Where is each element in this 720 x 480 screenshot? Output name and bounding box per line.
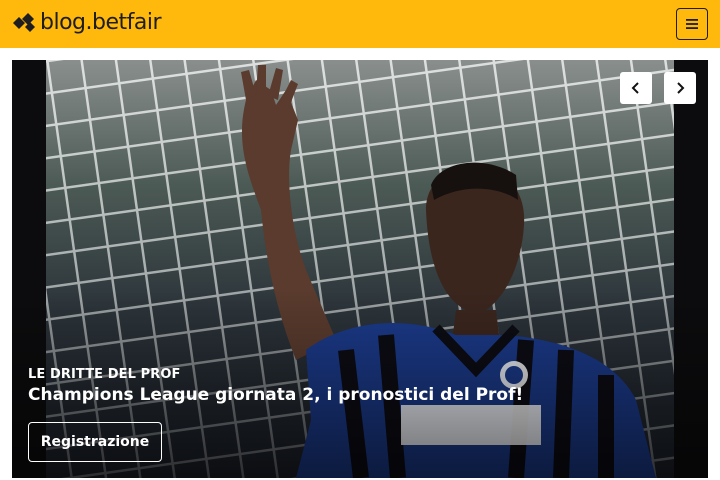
top-bar: blog.betfair bbox=[0, 0, 720, 48]
menu-button[interactable] bbox=[676, 8, 708, 40]
chevron-right-icon bbox=[677, 82, 685, 94]
site-logo[interactable]: blog.betfair bbox=[13, 9, 162, 37]
betfair-arrows-icon bbox=[13, 13, 35, 32]
carousel-next-button[interactable] bbox=[664, 72, 696, 104]
hamburger-menu-icon bbox=[686, 19, 698, 29]
article-headline[interactable]: Champions League giornata 2, i pronostic… bbox=[28, 385, 523, 405]
article-category[interactable]: LE DRITTE DEL PROF bbox=[28, 367, 181, 382]
logo-text: blog.betfair bbox=[40, 10, 162, 35]
registration-button[interactable]: Registrazione bbox=[28, 422, 162, 462]
hero-carousel: LE DRITTE DEL PROF Champions League gior… bbox=[12, 60, 708, 478]
carousel-prev-button[interactable] bbox=[620, 72, 652, 104]
hero-gradient-overlay bbox=[12, 60, 708, 478]
chevron-left-icon bbox=[631, 82, 639, 94]
